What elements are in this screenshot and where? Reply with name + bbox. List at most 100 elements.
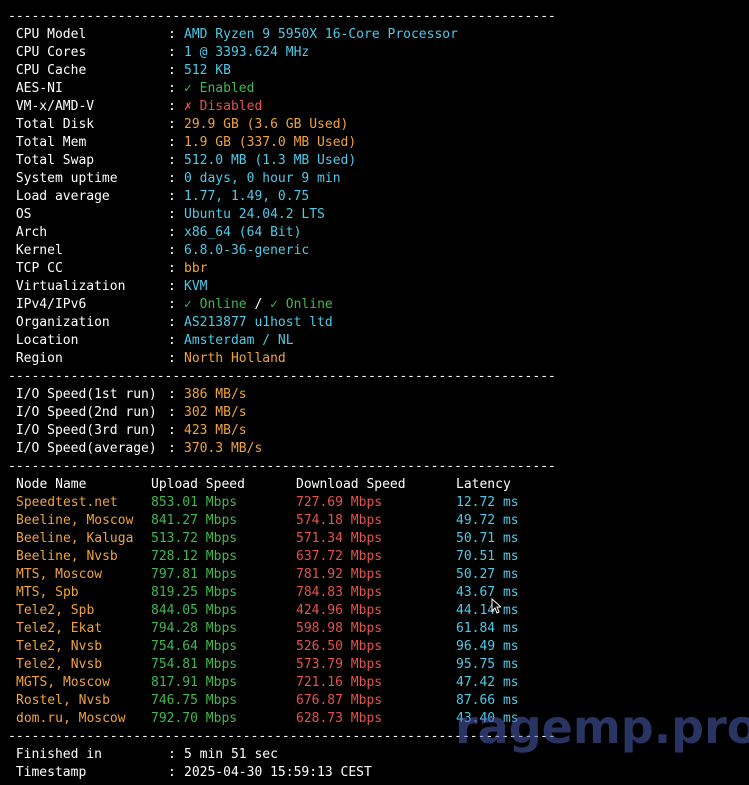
cell-node-name: Beeline, Kaluga bbox=[16, 531, 134, 546]
cell-upload-speed: 841.27 Mbps bbox=[151, 513, 238, 528]
colon: : bbox=[168, 423, 176, 438]
watermark-text: ragemp.pro bbox=[455, 700, 749, 754]
value-total-swap: 512.0 MB (1.3 MB Used) bbox=[184, 153, 357, 168]
cell-latency: 12.72 ms bbox=[456, 495, 519, 510]
value-virtualization: KVM bbox=[184, 279, 208, 294]
label-location: Location bbox=[8, 333, 79, 348]
separator-line: ----------------------------------------… bbox=[8, 369, 556, 384]
colon: : bbox=[168, 441, 176, 456]
cell-download-speed: 424.96 Mbps bbox=[296, 603, 383, 618]
value-cpu-cores: 1 @ 3393.624 MHz bbox=[184, 45, 310, 60]
value-cpu-model: AMD Ryzen 9 5950X 16-Core Processor bbox=[184, 27, 458, 42]
label-organization: Organization bbox=[8, 315, 110, 330]
cell-latency: 47.42 ms bbox=[456, 675, 519, 690]
separator-line: ----------------------------------------… bbox=[8, 9, 556, 24]
header-node-name: Node Name bbox=[16, 477, 87, 492]
cell-node-name: MTS, Spb bbox=[16, 585, 79, 600]
ipv4-status: ✓ Online bbox=[184, 297, 247, 312]
value-cpu-cache: 512 KB bbox=[184, 63, 231, 78]
colon: : bbox=[168, 279, 176, 294]
label-load-average: Load average bbox=[8, 189, 110, 204]
colon: : bbox=[168, 81, 176, 96]
header-latency: Latency bbox=[456, 477, 511, 492]
label-total-disk: Total Disk bbox=[8, 117, 95, 132]
cell-node-name: Tele2, Ekat bbox=[16, 621, 103, 636]
cell-node-name: dom.ru, Moscow bbox=[16, 711, 126, 726]
colon: : bbox=[168, 297, 176, 312]
label-aes-ni: AES-NI bbox=[8, 81, 63, 96]
colon: : bbox=[168, 351, 176, 366]
cell-download-speed: 721.16 Mbps bbox=[296, 675, 383, 690]
mouse-pointer-icon bbox=[491, 598, 501, 614]
cell-download-speed: 676.87 Mbps bbox=[296, 693, 383, 708]
value-load-average: 1.77, 1.49, 0.75 bbox=[184, 189, 310, 204]
colon: : bbox=[168, 171, 176, 186]
cell-latency: 96.49 ms bbox=[456, 639, 519, 654]
cell-upload-speed: 844.05 Mbps bbox=[151, 603, 238, 618]
label-os: OS bbox=[8, 207, 32, 222]
label-tcp-cc: TCP CC bbox=[8, 261, 63, 276]
cell-download-speed: 727.69 Mbps bbox=[296, 495, 383, 510]
value-tcp-cc: bbr bbox=[184, 261, 208, 276]
cell-download-speed: 784.83 Mbps bbox=[296, 585, 383, 600]
cell-latency: 70.51 ms bbox=[456, 549, 519, 564]
colon: : bbox=[168, 207, 176, 222]
cell-upload-speed: 728.12 Mbps bbox=[151, 549, 238, 564]
value-arch: x86_64 (64 Bit) bbox=[184, 225, 302, 240]
colon: : bbox=[168, 387, 176, 402]
label-total-mem: Total Mem bbox=[8, 135, 87, 150]
value-system-uptime: 0 days, 0 hour 9 min bbox=[184, 171, 341, 186]
cell-download-speed: 571.34 Mbps bbox=[296, 531, 383, 546]
value-io-3rd: 423 MB/s bbox=[184, 423, 247, 438]
cell-latency: 43.67 ms bbox=[456, 585, 519, 600]
value-region: North Holland bbox=[184, 351, 286, 366]
cell-node-name: MTS, Moscow bbox=[16, 567, 103, 582]
cell-upload-speed: 794.28 Mbps bbox=[151, 621, 238, 636]
cell-node-name: Rostel, Nvsb bbox=[16, 693, 110, 708]
value-io-2nd: 302 MB/s bbox=[184, 405, 247, 420]
cell-node-name: MGTS, Moscow bbox=[16, 675, 110, 690]
cell-latency: 61.84 ms bbox=[456, 621, 519, 636]
value-location: Amsterdam / NL bbox=[184, 333, 294, 348]
value-organization: AS213877 u1host ltd bbox=[184, 315, 333, 330]
ipv6-status: ✓ Online bbox=[270, 297, 333, 312]
colon: : bbox=[168, 117, 176, 132]
header-upload-speed: Upload Speed bbox=[151, 477, 245, 492]
cell-upload-speed: 746.75 Mbps bbox=[151, 693, 238, 708]
colon: : bbox=[168, 747, 176, 762]
label-io-2nd: I/O Speed(2nd run) bbox=[8, 405, 157, 420]
cell-download-speed: 573.79 Mbps bbox=[296, 657, 383, 672]
ip-slash: / bbox=[246, 297, 271, 312]
value-total-disk: 29.9 GB (3.6 GB Used) bbox=[184, 117, 349, 132]
label-system-uptime: System uptime bbox=[8, 171, 118, 186]
label-vmx-amdv: VM-x/AMD-V bbox=[8, 99, 95, 114]
cell-node-name: Beeline, Moscow bbox=[16, 513, 134, 528]
colon: : bbox=[168, 315, 176, 330]
label-ipv4-ipv6: IPv4/IPv6 bbox=[8, 297, 87, 312]
separator-line: ----------------------------------------… bbox=[8, 459, 556, 474]
colon: : bbox=[168, 225, 176, 240]
colon: : bbox=[168, 405, 176, 420]
value-finished-in: 5 min 51 sec bbox=[184, 747, 278, 762]
cell-upload-speed: 817.91 Mbps bbox=[151, 675, 238, 690]
value-io-1st: 386 MB/s bbox=[184, 387, 247, 402]
value-timestamp: 2025-04-30 15:59:13 CEST bbox=[184, 765, 372, 780]
label-io-3rd: I/O Speed(3rd run) bbox=[8, 423, 157, 438]
label-virtualization: Virtualization bbox=[8, 279, 126, 294]
cell-download-speed: 781.92 Mbps bbox=[296, 567, 383, 582]
label-timestamp: Timestamp bbox=[8, 765, 87, 780]
cell-upload-speed: 853.01 Mbps bbox=[151, 495, 238, 510]
cell-node-name: Beeline, Nvsb bbox=[16, 549, 118, 564]
cell-upload-speed: 819.25 Mbps bbox=[151, 585, 238, 600]
colon: : bbox=[168, 27, 176, 42]
label-finished-in: Finished in bbox=[8, 747, 102, 762]
label-cpu-cache: CPU Cache bbox=[8, 63, 87, 78]
colon: : bbox=[168, 135, 176, 150]
value-aes-ni: ✓ Enabled bbox=[184, 81, 255, 96]
cell-latency: 50.27 ms bbox=[456, 567, 519, 582]
colon: : bbox=[168, 243, 176, 258]
header-download-speed: Download Speed bbox=[296, 477, 406, 492]
cell-node-name: Speedtest.net bbox=[16, 495, 118, 510]
value-kernel: 6.8.0-36-generic bbox=[184, 243, 310, 258]
cell-node-name: Tele2, Spb bbox=[16, 603, 95, 618]
